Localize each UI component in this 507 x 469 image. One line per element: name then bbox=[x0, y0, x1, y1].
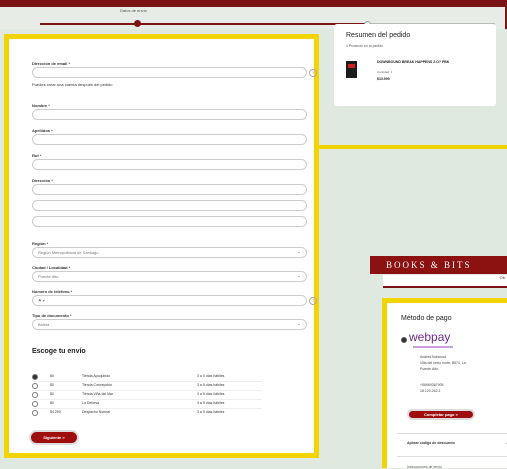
complete-payment-button[interactable]: Completar pago > bbox=[407, 409, 475, 420]
next-button[interactable]: Siguiente > bbox=[29, 430, 79, 445]
telefono-label: Número de teléfono * bbox=[32, 289, 73, 294]
ciudad-value: Puente Alto bbox=[38, 274, 59, 279]
telefono-input[interactable]: ⚑ ▾ bbox=[32, 295, 307, 306]
nombre-label: Nombre * bbox=[32, 103, 50, 108]
shipping-store: Tienda Viña del Mar bbox=[82, 392, 114, 396]
payment-title: Método de pago bbox=[401, 315, 452, 322]
shipping-eta: 3 a 5 días hábiles bbox=[197, 374, 225, 378]
ciudad-select[interactable]: Puente Alto ⌄ bbox=[32, 271, 307, 282]
webpay-logo: webpay bbox=[409, 330, 451, 344]
payment-method-card: Método de pago webpay Andrés Nohimod Vil… bbox=[382, 298, 507, 469]
shipping-instructions-toggle[interactable]: Instrucciones de envío bbox=[407, 465, 442, 469]
divider bbox=[397, 433, 507, 434]
radio-unselected[interactable] bbox=[32, 410, 38, 416]
direccion-line-1-input[interactable] bbox=[32, 184, 307, 195]
shipping-store: Tienda Apoquindo bbox=[82, 374, 111, 378]
country-flag-selector[interactable]: ⚑ ▾ bbox=[38, 298, 45, 303]
documento-label: Tipo de documento * bbox=[32, 313, 72, 318]
chevron-down-icon: ⌄ bbox=[296, 273, 301, 279]
chevron-down-icon: ⌄ bbox=[296, 321, 301, 327]
rut-line: 18.120.262-1 bbox=[420, 389, 441, 393]
shipping-eta: 3 a 5 días hábiles bbox=[197, 383, 225, 387]
email-hint: Puedes crear una cuenta después del pedi… bbox=[32, 82, 113, 87]
stepper-progress-done bbox=[40, 23, 365, 25]
email-label: Dirección de email * bbox=[32, 61, 71, 66]
telefono-help-icon[interactable]: ? bbox=[309, 297, 317, 305]
shipping-price: $0 bbox=[50, 383, 54, 387]
ciudad-label: Ciudad / Localidad * bbox=[32, 265, 71, 270]
address-line: Andrés Nohimod bbox=[420, 355, 447, 359]
payment-radio-selected[interactable] bbox=[401, 337, 407, 343]
apellidos-label: Apellidos * bbox=[32, 128, 53, 133]
radio-unselected[interactable] bbox=[32, 401, 38, 407]
rut-input[interactable] bbox=[32, 159, 307, 170]
documento-select[interactable]: Boleta ⌄ bbox=[32, 319, 307, 330]
radio-selected[interactable] bbox=[32, 374, 38, 380]
brand-nav[interactable]: Ob bbox=[383, 275, 507, 288]
direccion-label: Dirección * bbox=[32, 178, 53, 183]
region-label: Región * bbox=[32, 241, 49, 246]
product-name: DOWNBOUND BREAK HAPPENS 2.O? PBK bbox=[377, 60, 450, 64]
shipping-store: Tienda Concepción bbox=[82, 383, 113, 387]
address-line: Villa del cerro norte, 8874, La bbox=[420, 361, 466, 365]
shipping-option-row[interactable]: $0 Tienda Concepción 3 a 5 días hábiles bbox=[32, 382, 292, 391]
brand-logo: BOOKS & BITS bbox=[370, 256, 507, 274]
phone-line: +56969367905 bbox=[420, 383, 444, 387]
shipping-eta: 3 a 5 días hábiles bbox=[197, 392, 225, 396]
shipping-price: $4.290 bbox=[50, 410, 61, 414]
nombre-input[interactable] bbox=[32, 109, 307, 120]
top-brand-bar bbox=[0, 0, 507, 7]
shipping-store: La Dehesa bbox=[82, 401, 99, 405]
region-select[interactable]: Región Metropolitana de Santiago ⌄ bbox=[32, 247, 307, 258]
webpay-logo-underline bbox=[413, 346, 453, 348]
shipping-eta: 3 a 5 días hábiles bbox=[197, 410, 225, 414]
address-line: Puente Alto, bbox=[420, 367, 439, 371]
shipping-form: Dirección de email * ? Puedes crear una … bbox=[4, 34, 319, 458]
shipping-option-row[interactable]: $0 Tienda Apoquindo 3 a 5 días hábiles bbox=[32, 373, 292, 382]
product-quantity: Cantidad: 1 bbox=[377, 70, 393, 74]
product-price: $13.990 bbox=[377, 77, 390, 81]
region-value: Región Metropolitana de Santiago bbox=[38, 250, 99, 255]
divider bbox=[397, 456, 507, 457]
radio-unselected[interactable] bbox=[32, 383, 38, 389]
direccion-line-2-input[interactable] bbox=[32, 200, 307, 211]
stepper-label: Datos de envío bbox=[120, 8, 147, 13]
shipping-eta: 3 a 5 días hábiles bbox=[197, 401, 225, 405]
shipping-store: Despacho Normal bbox=[82, 410, 111, 414]
shipping-option-row[interactable]: $4.290 Despacho Normal 3 a 5 días hábile… bbox=[32, 409, 292, 417]
summary-subtitle[interactable]: 1 Producto en tu pedido bbox=[346, 44, 383, 48]
rut-label: Rut * bbox=[32, 153, 42, 158]
shipping-option-row[interactable]: $0 La Dehesa 3 a 5 días hábiles bbox=[32, 400, 292, 409]
radio-unselected[interactable] bbox=[32, 392, 38, 398]
shipping-price: $0 bbox=[50, 401, 54, 405]
apellidos-input[interactable] bbox=[32, 134, 307, 145]
shipping-price: $0 bbox=[50, 374, 54, 378]
email-input[interactable] bbox=[32, 67, 307, 78]
stepper-step-shipping[interactable] bbox=[134, 20, 141, 27]
shipping-section-title: Escoge tu envío bbox=[32, 348, 86, 355]
coupon-toggle[interactable]: Aplicar código de descuento bbox=[407, 441, 455, 445]
book-cover-image bbox=[346, 61, 357, 78]
summary-title: Resumen del pedido bbox=[346, 32, 411, 39]
documento-value: Boleta bbox=[38, 322, 50, 327]
shipping-price: $0 bbox=[50, 392, 54, 396]
order-summary: Resumen del pedido 1 Producto en tu pedi… bbox=[334, 24, 496, 106]
shipping-option-row[interactable]: $0 Tienda Viña del Mar 3 a 5 días hábile… bbox=[32, 391, 292, 400]
highlight-connector bbox=[319, 145, 507, 149]
email-help-icon[interactable]: ? bbox=[309, 69, 317, 77]
direccion-line-3-input[interactable] bbox=[32, 216, 307, 227]
chevron-down-icon: ⌄ bbox=[296, 249, 301, 255]
